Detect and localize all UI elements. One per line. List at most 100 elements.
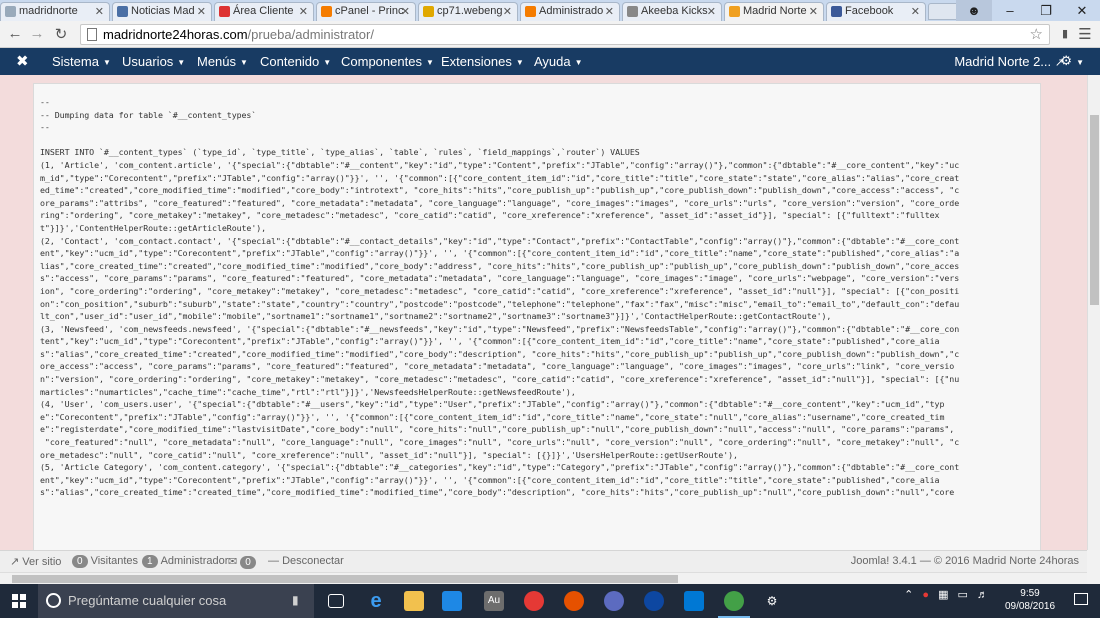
- network-icon[interactable]: ▦: [938, 589, 948, 601]
- forward-button[interactable]: →: [28, 25, 46, 42]
- code-line: --: [40, 122, 50, 133]
- scrollbar-thumb[interactable]: [1090, 115, 1099, 305]
- cortana-search-box[interactable]: Pregúntame cualquier cosa ▮: [38, 584, 314, 618]
- task-view-icon[interactable]: [328, 594, 344, 608]
- media-app-icon[interactable]: [644, 591, 664, 611]
- horizontal-scrollbar[interactable]: [0, 572, 1087, 584]
- file-explorer-icon[interactable]: [404, 591, 424, 611]
- outlook-icon[interactable]: [684, 591, 704, 611]
- close-window-button[interactable]: ✕: [1064, 0, 1100, 21]
- browser-tab[interactable]: Madrid Norte ✕: [724, 2, 824, 22]
- code-line: marticles":"numarticles","cache_time":"c…: [40, 386, 576, 397]
- messages-status[interactable]: ✉ 0: [228, 555, 259, 569]
- code-line: (1, 'Article', 'com_content.article', '{…: [40, 159, 960, 170]
- caret-down-icon: ▼: [102, 58, 111, 67]
- reload-button[interactable]: ↻: [52, 25, 70, 43]
- show-hidden-icons-icon[interactable]: ⌃: [904, 589, 913, 601]
- code-line: lias","core_created_time":"created","cor…: [40, 260, 960, 271]
- chrome-active-icon[interactable]: [718, 591, 750, 618]
- chrome-icon[interactable]: [524, 591, 544, 611]
- extension-icon[interactable]: ▮: [1056, 27, 1074, 40]
- start-button[interactable]: [0, 584, 38, 618]
- menu-label: Sistema: [52, 54, 99, 69]
- vertical-scrollbar[interactable]: [1087, 75, 1100, 550]
- back-button[interactable]: ←: [6, 25, 24, 42]
- code-line: on":"con_position","suburb":"suburb","st…: [40, 298, 960, 309]
- minus-icon: —: [268, 555, 279, 567]
- action-center-icon[interactable]: [1074, 593, 1088, 605]
- joomla-admin-navbar: ✖ Sistema ▼ Usuarios ▼ Menús ▼ Contenido ▼ C…: [0, 48, 1100, 75]
- menu-ayuda[interactable]: Ayuda ▼: [534, 54, 583, 69]
- bookmark-star-icon[interactable]: ☆: [1030, 25, 1043, 43]
- joomla-logo-icon[interactable]: ✖: [16, 52, 29, 70]
- microphone-icon[interactable]: ▮: [292, 593, 299, 607]
- store-icon[interactable]: [442, 591, 462, 611]
- close-tab-icon[interactable]: ✕: [707, 5, 716, 18]
- admins-label: Administrador: [160, 555, 229, 567]
- favicon-icon: [423, 6, 434, 17]
- scrollbar-thumb[interactable]: [12, 575, 678, 583]
- menu-label: Componentes: [341, 54, 422, 69]
- profile-icon[interactable]: ☻: [956, 0, 992, 21]
- code-line: ed_time":"created","core_modified_time":…: [40, 185, 960, 196]
- maximize-button[interactable]: ❐: [1028, 0, 1064, 21]
- tab-title: Administrado: [539, 5, 604, 17]
- logout-link[interactable]: — Desconectar: [268, 555, 344, 567]
- menu-componentes[interactable]: Componentes ▼: [341, 54, 434, 69]
- sql-code-block: -- -- Dumping data for table `#__content_…: [33, 83, 1041, 553]
- menu-contenido[interactable]: Contenido ▼: [260, 54, 331, 69]
- menu-extensiones[interactable]: Extensiones ▼: [441, 54, 524, 69]
- minimize-button[interactable]: –: [992, 0, 1028, 21]
- code-line: tent","key":"ucm_id","type":"Corecontent…: [40, 336, 940, 347]
- windows-logo-icon: [12, 594, 26, 608]
- menu-menus[interactable]: Menús ▼: [197, 54, 248, 69]
- chrome-menu-icon[interactable]: ☰: [1076, 25, 1094, 43]
- antivirus-icon[interactable]: ●: [922, 589, 929, 601]
- browser-tab[interactable]: Noticias Mad ✕: [112, 2, 212, 21]
- browser-tab[interactable]: madridnorte ✕: [0, 2, 110, 21]
- tab-title: cp71.webeng: [437, 5, 503, 17]
- code-line: ore_metadesc":"null", "core_catid":"null…: [40, 449, 738, 460]
- battery-icon[interactable]: ▭: [958, 589, 968, 601]
- code-line: INSERT INTO `#__content_types` (`type_id…: [40, 147, 640, 158]
- browser-tab[interactable]: Facebook ✕: [826, 2, 926, 21]
- code-line: s":"alias","core_created_time":"created"…: [40, 348, 960, 359]
- taskbar-clock[interactable]: 9:59 09/08/2016: [1002, 587, 1058, 613]
- menu-sistema[interactable]: Sistema ▼: [52, 54, 111, 69]
- browser-tab[interactable]: Administrado ✕: [520, 2, 620, 21]
- close-tab-icon[interactable]: ✕: [911, 5, 920, 18]
- view-site-link[interactable]: ↗ Ver sitio: [10, 555, 61, 568]
- close-tab-icon[interactable]: ✕: [401, 5, 410, 18]
- code-line: ore_access":"access", "core_params":"par…: [40, 361, 955, 372]
- code-line: ring":"ordering", "core_metakey":"metake…: [40, 210, 940, 221]
- browser-tab[interactable]: cPanel - Princ ✕: [316, 2, 416, 21]
- code-line: n":"version", "core_ordering":"ordering"…: [40, 374, 960, 385]
- close-tab-icon[interactable]: ✕: [95, 5, 104, 18]
- volume-icon[interactable]: ♬: [977, 589, 988, 601]
- url-host: madridnorte24horas.com: [103, 27, 248, 42]
- caret-down-icon: ▼: [323, 58, 332, 67]
- code-line: e":"Corecontent","prefix":"JTable","conf…: [40, 411, 945, 422]
- menu-label: Ayuda: [534, 54, 571, 69]
- url-input[interactable]: madridnorte24horas.com/prueba/administra…: [80, 24, 1050, 45]
- firefox-icon[interactable]: [564, 591, 584, 611]
- site-link[interactable]: Madrid Norte 2... ↗: [954, 54, 1064, 69]
- close-tab-icon[interactable]: ✕: [299, 5, 308, 18]
- edge-icon[interactable]: e: [366, 591, 386, 611]
- settings-app-icon[interactable]: ⚙: [762, 591, 782, 611]
- close-tab-icon[interactable]: ✕: [605, 5, 614, 18]
- browser-tab[interactable]: Akeeba Kicks ✕: [622, 2, 722, 21]
- code-line: (2, 'Contact', 'com_contact.contact', '{…: [40, 235, 960, 246]
- menu-usuarios[interactable]: Usuarios ▼: [122, 54, 185, 69]
- admins-badge: 1: [142, 555, 158, 568]
- browser-tab[interactable]: Área Cliente ✕: [214, 2, 314, 21]
- gear-icon[interactable]: ⚙ ▼: [1060, 53, 1084, 69]
- browser-tab[interactable]: cp71.webeng ✕: [418, 2, 518, 21]
- close-tab-icon[interactable]: ✕: [197, 5, 206, 18]
- favicon-icon: [831, 6, 842, 17]
- app-icon-au[interactable]: Au: [484, 591, 504, 611]
- network-app-icon[interactable]: [604, 591, 624, 611]
- close-tab-icon[interactable]: ✕: [809, 5, 818, 18]
- close-tab-icon[interactable]: ✕: [503, 5, 512, 18]
- code-line: ent","key":"ucm_id","type":"Corecontent"…: [40, 474, 940, 485]
